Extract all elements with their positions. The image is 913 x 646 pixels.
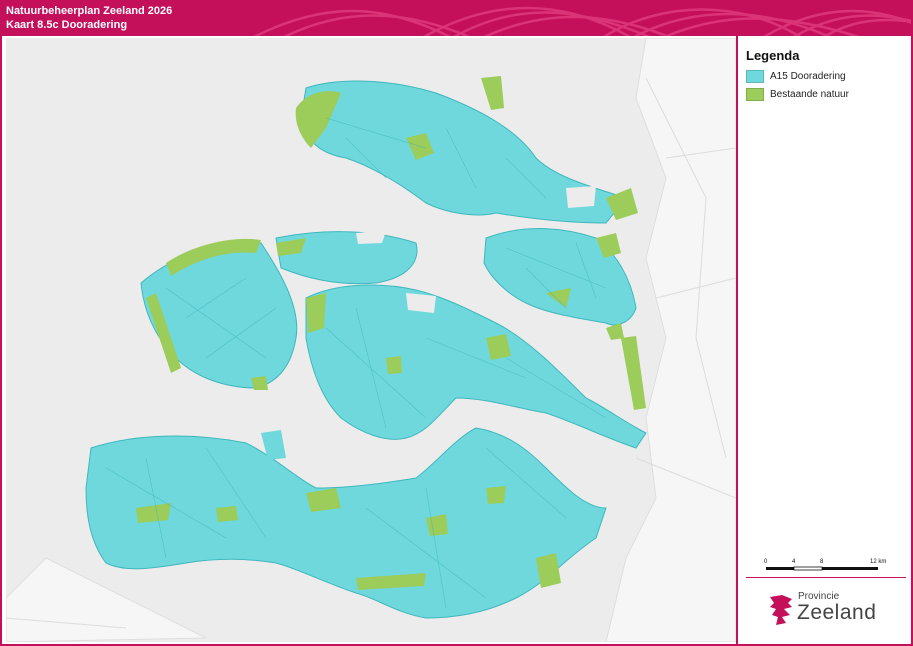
- legend-swatch-dooradering: [746, 69, 764, 83]
- map-svg: [6, 38, 736, 642]
- legend-label-natuur: Bestaande natuur: [770, 88, 849, 100]
- scale-tick-8: 8: [820, 559, 824, 565]
- scale-tick-4: 4: [792, 559, 796, 565]
- map-canvas[interactable]: [6, 38, 736, 642]
- logo-zeeland-text: Zeeland: [797, 601, 877, 624]
- provincie-logo: Provincie Zeeland: [738, 577, 911, 644]
- legend-panel: Legenda A15 Dooradering Bestaande natuur…: [738, 36, 911, 644]
- legend-item-natuur: Bestaande natuur: [746, 87, 849, 101]
- legend-title: Legenda: [746, 48, 800, 63]
- scale-tick-0: 0: [764, 559, 768, 565]
- map-title: Natuurbeheerplan Zeeland 2026: [6, 5, 173, 17]
- island-schouwen: [295, 76, 638, 224]
- island-tholen: [483, 228, 637, 340]
- island-noord-beveland: [275, 231, 418, 285]
- legend-label-dooradering: A15 Dooradering: [770, 70, 846, 82]
- island-walcheren: [140, 238, 298, 390]
- lion-icon: [770, 595, 792, 625]
- header-banner: Natuurbeheerplan Zeeland 2026 Kaart 8.5c…: [2, 2, 911, 36]
- legend-item-dooradering: A15 Dooradering: [746, 69, 846, 83]
- map-subtitle: Kaart 8.5c Dooradering: [6, 19, 128, 31]
- logo-separator: [746, 577, 906, 578]
- legend-swatch-natuur: [746, 87, 764, 101]
- map-frame: Natuurbeheerplan Zeeland 2026 Kaart 8.5c…: [0, 0, 913, 646]
- island-zeeuws-vlaanderen: [85, 427, 607, 619]
- scale-tick-12: 12 km: [870, 559, 886, 565]
